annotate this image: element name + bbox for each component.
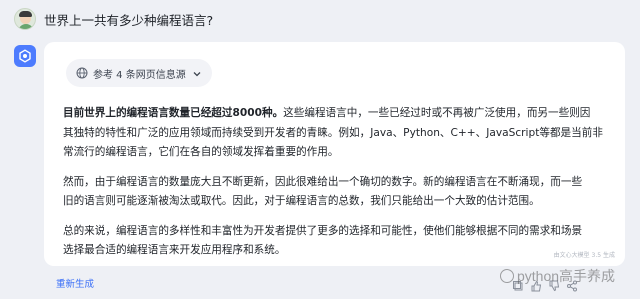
answer-text: 目前世界上的编程语言数量已经超过8000种。这些编程语言中，一些已经过时或不再被… xyxy=(63,104,613,271)
model-attribution: 由文心大模型 3.5 生成 xyxy=(553,252,615,259)
user-message-row: 世界上一共有多少种编程语言? xyxy=(14,8,213,30)
answer-line: 选择最合适的编程语言来开发应用程序和系统。 xyxy=(63,244,286,256)
answer-paragraph-1: 目前世界上的编程语言数量已经超过8000种。这些编程语言中，一些已经过时或不再被… xyxy=(63,104,613,163)
answer-line: 旧的语言则可能逐渐被淘汰或取代。因此，对于编程语言的总数，我们只能给出一个大致的… xyxy=(63,195,540,207)
answer-line: 常流行的编程语言，它们在各自的领域发挥着重要的作用。 xyxy=(63,146,339,158)
chevron-down-icon xyxy=(192,64,202,83)
answer-paragraph-2: 然而，由于编程语言的数量庞大且不断更新，因此很难给出一个确切的数字。新的编程语言… xyxy=(63,173,613,212)
answer-paragraph-3: 总的来说，编程语言的多样性和丰富性为开发者提供了更多的选择和可能性，使他们能够根… xyxy=(63,222,613,261)
assistant-logo-icon xyxy=(14,45,36,67)
assistant-answer-card: 参考 4 条网页信息源 目前世界上的编程语言数量已经超过8000种。这些编程语言… xyxy=(44,42,625,266)
watermark-logo-icon xyxy=(500,269,514,283)
sources-dropdown[interactable]: 参考 4 条网页信息源 xyxy=(66,59,212,87)
user-question: 世界上一共有多少种编程语言? xyxy=(44,12,214,28)
answer-line: 这些编程语言中，一些已经过时或不再被广泛使用，而另一些则因 xyxy=(283,107,591,119)
answer-line: 总的来说，编程语言的多样性和丰富性为开发者提供了更多的选择和可能性，使他们能够根… xyxy=(63,224,583,237)
answer-line: 其独特的特性和广泛的应用领域而持续受到开发者的青睐。例如，Java、Python… xyxy=(63,126,603,139)
user-avatar xyxy=(14,8,36,30)
sources-label: 参考 4 条网页信息源 xyxy=(93,69,186,81)
watermark: python高手养成 xyxy=(500,266,615,286)
answer-line: 然而，由于编程语言的数量庞大且不断更新，因此很难给出一个确切的数字。新的编程语言… xyxy=(63,175,583,188)
regenerate-button[interactable]: 重新生成 xyxy=(56,276,94,290)
answer-highlight: 目前世界上的编程语言数量已经超过8000种。 xyxy=(63,107,284,119)
watermark-text: python高手养成 xyxy=(517,268,616,284)
globe-icon xyxy=(76,64,88,83)
